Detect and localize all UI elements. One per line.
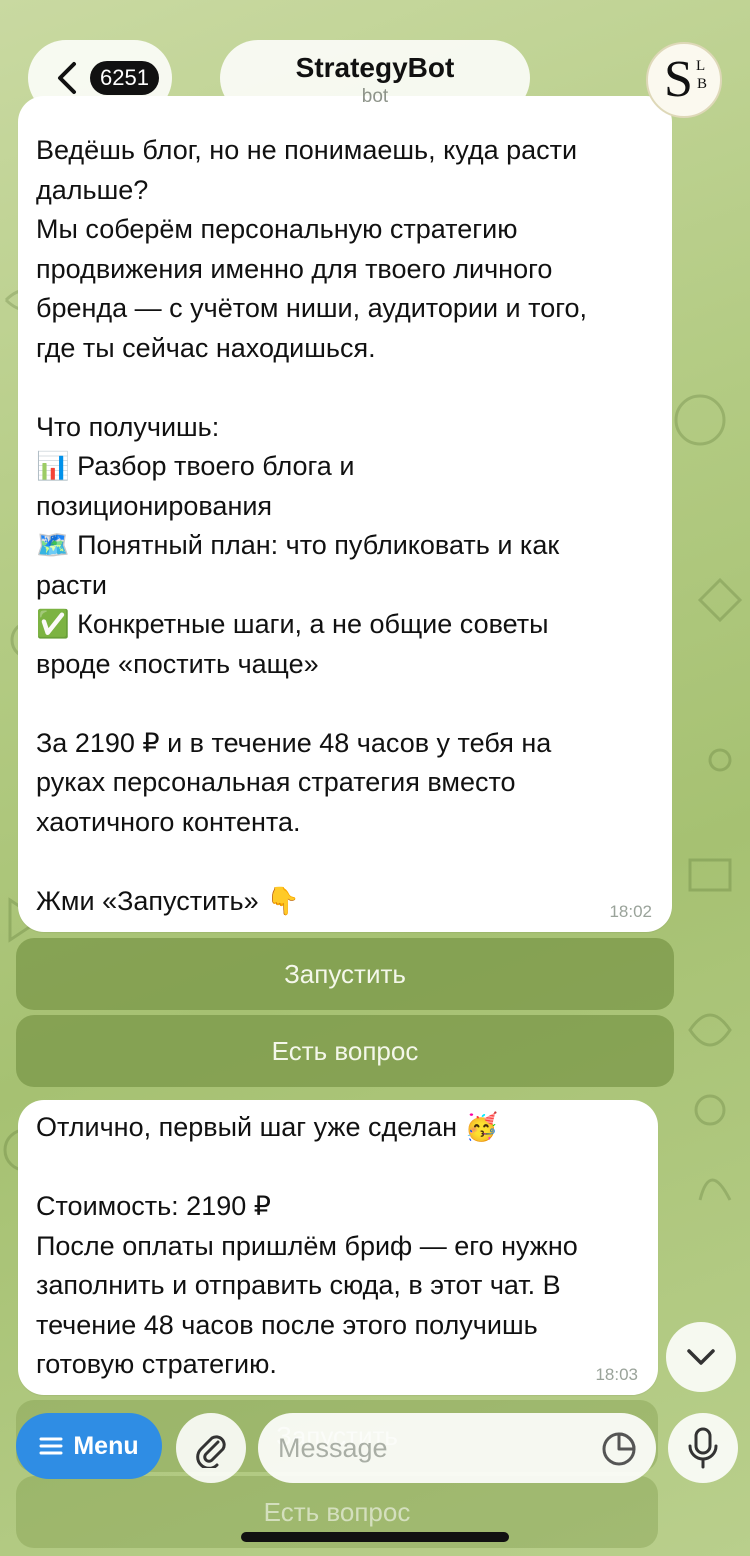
message-input[interactable]	[258, 1413, 656, 1483]
message-text: Ведёшь блог, но не понимаешь, куда расти…	[36, 135, 587, 916]
chevron-down-icon	[687, 1349, 715, 1365]
bot-avatar[interactable]: S L B	[646, 42, 722, 118]
attach-button[interactable]	[176, 1413, 246, 1483]
unread-count-badge: 6251	[90, 61, 159, 95]
message-time: 18:03	[595, 1365, 638, 1384]
avatar-letter-bottom: B	[697, 76, 708, 92]
chat-title-pill[interactable]: StrategyBot bot	[220, 40, 530, 116]
sticker-button[interactable]	[600, 1430, 638, 1468]
chat-subtitle: bot	[361, 86, 389, 107]
hamburger-icon	[39, 1437, 63, 1455]
menu-button[interactable]: Menu	[16, 1413, 162, 1479]
avatar-letter-main: S	[664, 51, 693, 108]
paperclip-icon	[196, 1435, 226, 1468]
home-indicator	[241, 1532, 509, 1542]
menu-label: Menu	[73, 1431, 139, 1460]
chat-title: StrategyBot	[295, 52, 455, 83]
message-time: 18:02	[609, 902, 652, 921]
scroll-down-button[interactable]	[666, 1322, 736, 1392]
sticker-icon	[602, 1432, 636, 1466]
chevron-left-icon	[58, 62, 76, 94]
message-bubble-offer: Ведёшь блог, но не понимаешь, куда расти…	[18, 96, 672, 932]
start-button[interactable]: Запустить	[16, 938, 674, 1010]
message-bubble-payment: Отлично, первый шаг уже сделан 🥳 Стоимос…	[18, 1100, 658, 1395]
avatar-letter-top: L	[696, 58, 706, 74]
voice-button[interactable]	[668, 1413, 738, 1483]
message-text: Отлично, первый шаг уже сделан 🥳 Стоимос…	[36, 1112, 578, 1379]
back-button[interactable]: 6251	[28, 40, 172, 116]
question-button[interactable]: Есть вопрос	[16, 1015, 674, 1087]
microphone-icon	[688, 1427, 718, 1469]
